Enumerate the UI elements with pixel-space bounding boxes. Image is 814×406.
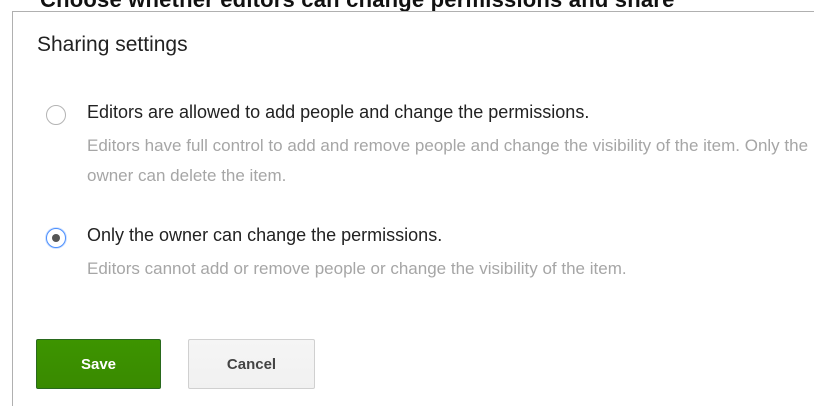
option-owner-only-label[interactable]: Only the owner can change the permission… — [87, 225, 442, 246]
dialog-left-border — [12, 11, 13, 406]
option-editors-can-share-label[interactable]: Editors are allowed to add people and ch… — [87, 102, 589, 123]
radio-selected-dot — [52, 234, 60, 242]
cancel-button[interactable]: Cancel — [188, 339, 315, 389]
option-editors-can-share-description: Editors have full control to add and rem… — [87, 136, 809, 185]
save-button[interactable]: Save — [36, 339, 161, 389]
radio-editors-can-share[interactable] — [46, 105, 66, 125]
dialog-title: Sharing settings — [37, 33, 188, 56]
dialog-top-border — [12, 11, 814, 12]
radio-owner-only[interactable] — [46, 228, 66, 248]
option-owner-only-description: Editors cannot add or remove people or c… — [87, 259, 627, 278]
